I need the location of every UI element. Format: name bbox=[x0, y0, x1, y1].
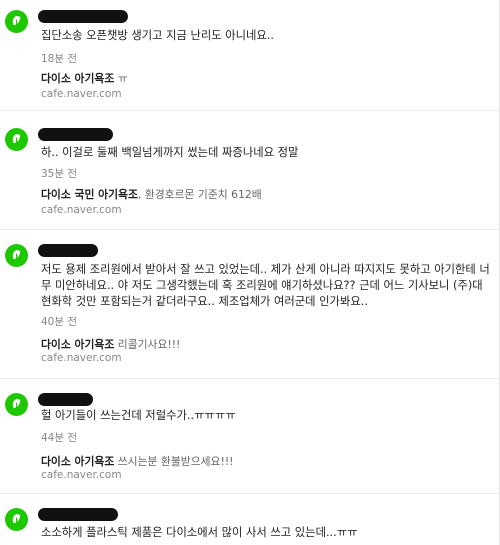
timestamp: 18분 전 bbox=[41, 53, 78, 65]
post-title-link[interactable]: 다이소 아기욕조 리콜기사요!!! bbox=[41, 336, 180, 352]
leaf-icon bbox=[12, 513, 21, 525]
source-url[interactable]: cafe.naver.com bbox=[41, 469, 122, 481]
comment-text: 집단소송 오픈챗방 생기고 지금 난리도 아니네요.. bbox=[41, 29, 275, 42]
cafe-avatar bbox=[5, 508, 28, 531]
result-item[interactable]: 저도 용제 조리원에서 받아서 잘 쓰고 있었는데.. 제가 산게 아니라 따지… bbox=[0, 236, 500, 376]
author-name-redacted bbox=[38, 393, 93, 406]
comment-text: 저도 용제 조리원에서 받아서 잘 쓰고 있었는데.. 제가 산게 아니라 따지… bbox=[41, 263, 490, 308]
leaf-icon bbox=[12, 133, 21, 145]
source-url[interactable]: cafe.naver.com bbox=[41, 352, 122, 364]
divider bbox=[0, 493, 500, 494]
leaf-icon bbox=[12, 15, 21, 27]
author-name-redacted bbox=[38, 508, 118, 521]
author-name-redacted bbox=[38, 244, 98, 257]
leaf-icon bbox=[12, 249, 21, 261]
cafe-avatar bbox=[5, 393, 28, 416]
comment-text: 하.. 이걸로 둘째 백일넘게까지 썼는데 짜증나네요 정말 bbox=[41, 146, 299, 159]
result-item[interactable]: 집단소송 오픈챗방 생기고 지금 난리도 아니네요.. 18분 전 다이소 아기… bbox=[0, 0, 500, 108]
source-url[interactable]: cafe.naver.com bbox=[41, 88, 122, 100]
timestamp: 35분 전 bbox=[41, 168, 78, 180]
author-name-redacted bbox=[38, 128, 113, 141]
source-url[interactable]: cafe.naver.com bbox=[41, 204, 122, 216]
author-name-redacted bbox=[38, 10, 128, 23]
result-item[interactable]: 하.. 이걸로 둘째 백일넘게까지 썼는데 짜증나네요 정말 35분 전 다이소… bbox=[0, 118, 500, 226]
timestamp: 44분 전 bbox=[41, 432, 78, 444]
result-item[interactable]: 헐 아기들이 쓰는건데 저럴수가..ㅠㅠㅠㅠ 44분 전 다이소 아기욕조 쓰시… bbox=[0, 385, 500, 491]
post-title-link[interactable]: 다이소 아기욕조 쓰시는분 환불받으세요!!! bbox=[41, 453, 233, 469]
post-title-link[interactable]: 다이소 아기욕조 ㅠ bbox=[41, 70, 128, 86]
cafe-avatar bbox=[5, 244, 28, 267]
divider bbox=[0, 110, 500, 111]
cafe-avatar bbox=[5, 128, 28, 151]
divider bbox=[0, 378, 500, 379]
result-item[interactable]: 소소하게 플라스틱 제품은 다이소에서 많이 사서 쓰고 있는데...ㅠㅠ bbox=[0, 500, 500, 545]
comment-text: 소소하게 플라스틱 제품은 다이소에서 많이 사서 쓰고 있는데...ㅠㅠ bbox=[41, 526, 358, 539]
cafe-avatar bbox=[5, 10, 28, 33]
timestamp: 40분 전 bbox=[41, 316, 78, 328]
search-results-feed: 집단소송 오픈챗방 생기고 지금 난리도 아니네요.. 18분 전 다이소 아기… bbox=[0, 0, 500, 545]
post-title-link[interactable]: 다이소 국민 아기욕조, 환경호르몬 기준치 612배 bbox=[41, 186, 262, 202]
divider bbox=[0, 229, 500, 230]
comment-text: 헐 아기들이 쓰는건데 저럴수가..ㅠㅠㅠㅠ bbox=[41, 409, 236, 422]
leaf-icon bbox=[12, 398, 21, 410]
